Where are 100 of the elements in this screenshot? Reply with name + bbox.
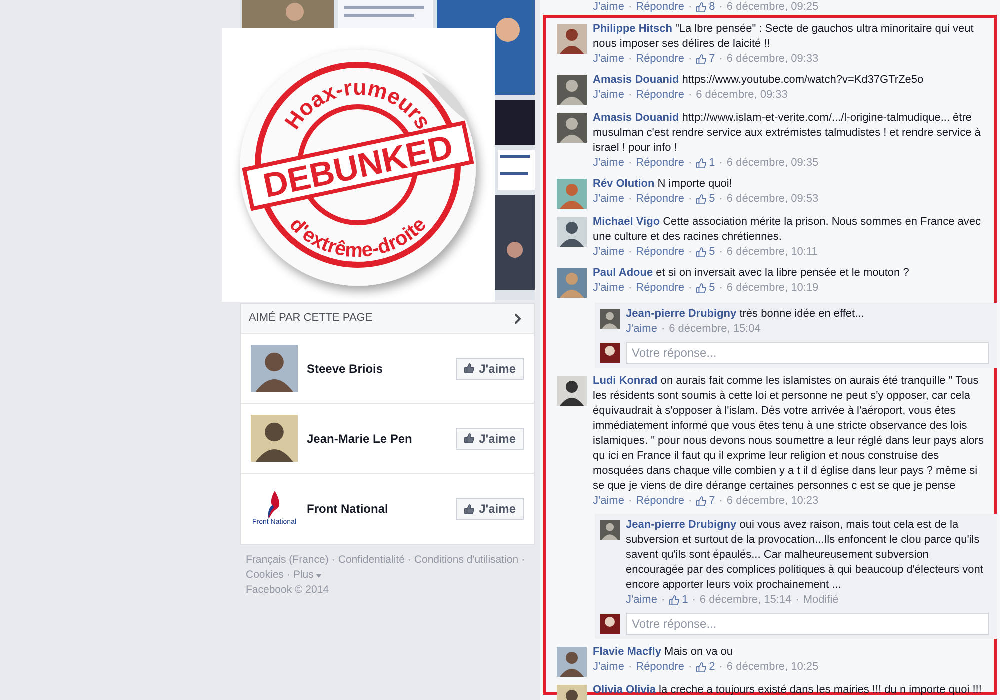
like-count: 7: [709, 494, 716, 509]
separator: ·: [688, 660, 692, 675]
timestamp[interactable]: 6 décembre, 09:53: [726, 192, 819, 207]
like-link[interactable]: J'aime: [593, 245, 624, 260]
separator: ·: [719, 660, 723, 675]
timestamp[interactable]: 6 décembre, 15:04: [669, 322, 761, 337]
like-link[interactable]: J'aime: [626, 322, 658, 337]
page-name[interactable]: Steeve Briois: [307, 360, 456, 378]
thumbs-up-icon: [696, 283, 708, 294]
thumbs-up-icon: [669, 595, 680, 606]
thumbs-up-icon: [464, 433, 476, 444]
reply-field[interactable]: Votre réponse...: [626, 613, 989, 635]
author-link[interactable]: Amasis Douanid: [593, 112, 680, 124]
separator: ·: [719, 156, 723, 171]
separator: ·: [628, 281, 632, 296]
page-name[interactable]: Jean-Marie Le Pen: [307, 430, 456, 448]
section-title: AIMÉ PAR CETTE PAGE: [249, 310, 373, 326]
footer-link[interactable]: Français (France): [246, 553, 329, 568]
author-link[interactable]: Philippe Hitsch: [593, 23, 672, 35]
footer-link[interactable]: Cookies: [246, 568, 284, 583]
separator: ·: [332, 553, 336, 568]
reply-link[interactable]: Répondre: [636, 245, 684, 260]
timestamp[interactable]: 6 décembre, 15:14: [700, 593, 792, 608]
author-link[interactable]: Michael Vigo: [593, 216, 660, 228]
page-name[interactable]: Front National: [307, 500, 456, 518]
like-count: 5: [709, 245, 716, 260]
footer-link[interactable]: Plus: [293, 568, 314, 583]
reply-link[interactable]: Répondre: [636, 494, 684, 509]
comment-text: Philippe Hitsch "La lbre pensée" : Secte de gauchos ultra minoritaire qui veut nous imposer ses délires de laicité !!: [593, 22, 975, 52]
thumbs-up-icon: [696, 247, 708, 258]
reply-link[interactable]: Répondre: [636, 192, 684, 207]
separator: ·: [719, 494, 723, 509]
timestamp[interactable]: 6 décembre, 09:33: [696, 88, 788, 103]
like-button[interactable]: J'aime: [456, 428, 524, 450]
author-link[interactable]: Flavie Macfly: [593, 646, 662, 658]
like-count: 1: [682, 593, 688, 608]
comment-text: Ludi Konrad on aurais fait comme les islamistes on aurais été tranquille " Tous les résidents sont soumis à cette loi et personne ne peut s'y opposer, car cela équivaudrait à s'opposer à l'islam. Dès votre arrivée à l'aéroport, vous êtes immédiatement informé que vous êtes tenu à une stricte observance des lois islamiques. " pour nous devons nous soumettre a leur réglé dans leur pays alors qu ici en France il faut qu il exprime leur religion et nous construise des mosquées dans chaque ville combien y a t il d église dans leur pays ? même si se que je viens de dire dérange certaines personnes c est se que je pense: [593, 374, 985, 494]
reply-link[interactable]: Répondre: [636, 281, 684, 296]
author-link[interactable]: Ludi Konrad: [593, 375, 658, 387]
author-link[interactable]: Jean-pierre Drubigny: [626, 519, 737, 531]
comment-text: Michael Vigo Cette association mérite la prison. Nous sommes en France avec une culture et des racines chrétiennes.: [593, 215, 982, 245]
separator: ·: [286, 568, 290, 583]
like-link[interactable]: J'aime: [593, 281, 624, 296]
like-link[interactable]: J'aime: [593, 494, 624, 509]
timestamp[interactable]: 6 décembre, 09:25: [726, 0, 819, 15]
thumbs-up-icon: [696, 2, 708, 13]
like-link[interactable]: J'aime: [593, 52, 624, 67]
separator: ·: [688, 494, 692, 509]
separator: ·: [628, 245, 632, 260]
timestamp[interactable]: 6 décembre, 09:33: [726, 52, 819, 67]
timestamp[interactable]: 6 décembre, 10:11: [726, 245, 818, 260]
timestamp[interactable]: 6 décembre, 10:23: [726, 494, 819, 509]
thumbs-up-icon: [696, 194, 708, 205]
like-count: 2: [709, 660, 716, 675]
edited-label[interactable]: Modifié: [803, 593, 839, 608]
separator: ·: [628, 88, 632, 103]
separator: ·: [628, 192, 632, 207]
like-button[interactable]: J'aime: [456, 498, 524, 520]
like-link[interactable]: J'aime: [593, 156, 624, 171]
separator: ·: [796, 593, 800, 608]
like-count: 5: [709, 192, 716, 207]
reply-link[interactable]: Répondre: [636, 88, 684, 103]
like-link[interactable]: J'aime: [626, 593, 658, 608]
like-count: 8: [709, 0, 716, 15]
author-link[interactable]: Rév Olution: [593, 178, 655, 190]
comment-text: Jean-pierre Drubigny très bonne idée en effet...: [626, 307, 866, 322]
reply-link[interactable]: Répondre: [636, 0, 684, 15]
thumbs-up-icon: [696, 158, 708, 169]
separator: ·: [688, 0, 692, 15]
footer-link[interactable]: Confidentialité: [338, 553, 405, 568]
separator: ·: [522, 553, 526, 568]
like-link[interactable]: J'aime: [593, 660, 624, 675]
separator: ·: [719, 281, 723, 296]
separator: ·: [628, 52, 632, 67]
reply-field[interactable]: Votre réponse...: [626, 342, 989, 364]
author-link[interactable]: Paul Adoue: [593, 267, 654, 279]
timestamp[interactable]: 6 décembre, 10:19: [726, 281, 819, 296]
thumbs-up-icon: [696, 662, 708, 673]
like-link[interactable]: J'aime: [593, 0, 624, 15]
separator: ·: [628, 660, 632, 675]
reply-link[interactable]: Répondre: [636, 52, 684, 67]
footer-link[interactable]: Conditions d'utilisation: [414, 553, 519, 568]
timestamp[interactable]: 6 décembre, 10:25: [726, 660, 819, 675]
separator: ·: [661, 322, 666, 337]
thumbs-up-icon: [696, 496, 708, 507]
separator: ·: [719, 245, 723, 260]
comment-text: Paul Adoue et si on inversait avec la libre pensée et le mouton ?: [593, 266, 910, 281]
comment-text: Amasis Douanid http://www.islam-et-verite.com/.../l-origine-talmudique... être musulman c'est rendre service aux extrémistes talmudistes ! et rendre service à israel ! pour info !: [593, 111, 982, 156]
author-link[interactable]: Amasis Douanid: [593, 74, 680, 86]
like-button[interactable]: J'aime: [456, 358, 524, 380]
like-link[interactable]: J'aime: [593, 192, 624, 207]
timestamp[interactable]: 6 décembre, 09:35: [726, 156, 819, 171]
separator: ·: [688, 52, 692, 67]
reply-link[interactable]: Répondre: [636, 156, 684, 171]
author-link[interactable]: Jean-pierre Drubigny: [626, 308, 737, 320]
separator: ·: [688, 192, 692, 207]
separator: ·: [719, 192, 723, 207]
like-link[interactable]: J'aime: [593, 88, 624, 103]
reply-link[interactable]: Répondre: [636, 660, 684, 675]
separator: ·: [692, 593, 696, 608]
